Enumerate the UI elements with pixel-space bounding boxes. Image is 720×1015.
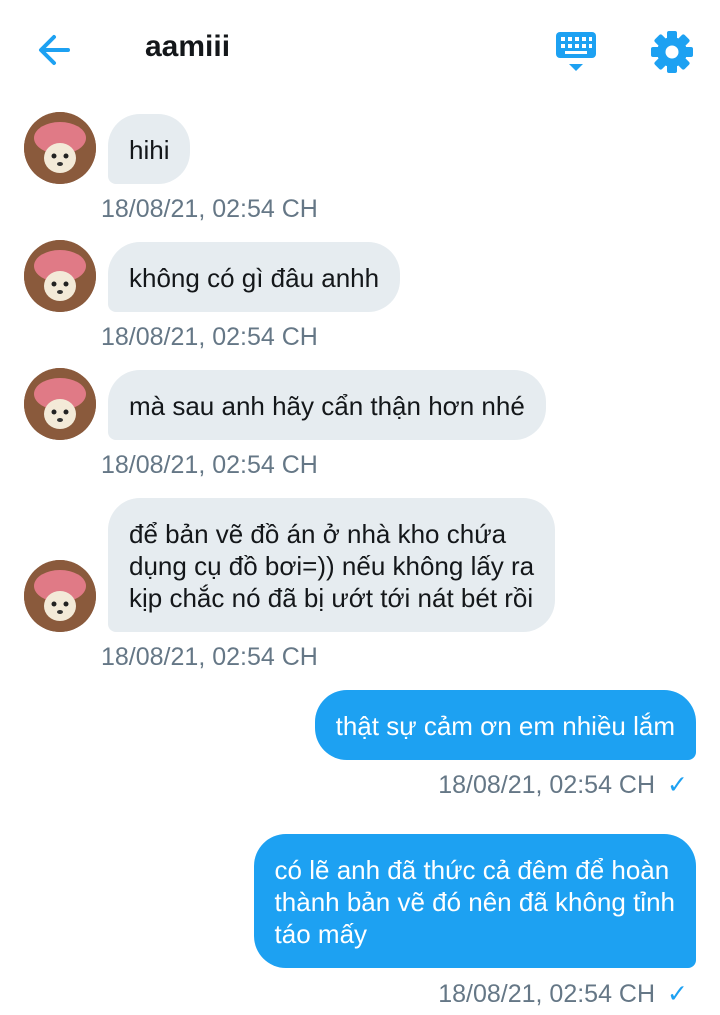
message-timestamp: 18/08/21, 02:54 CH (101, 195, 318, 223)
received-message-bubble[interactable]: mà sau anh hãy cẩn thận hơn nhé (108, 370, 546, 440)
sent-message-bubble[interactable]: thật sự cảm ơn em nhiều lắm (314, 690, 696, 760)
settings-button[interactable] (648, 28, 696, 76)
dog-avatar-image (24, 240, 96, 312)
conversation-header: aamiii (0, 0, 720, 100)
received-message-bubble[interactable]: để bản vẽ đồ án ở nhà kho chứa dụng cụ đ… (108, 498, 556, 632)
sent-check-icon: ✓ (667, 980, 688, 1008)
dog-avatar-image (24, 560, 96, 632)
message-timestamp: 18/08/21, 02:54 CH (101, 451, 318, 479)
message-timestamp: 18/08/21, 02:54 CH (438, 980, 656, 1008)
sent-message-bubble[interactable]: có lẽ anh đã thức cả đêm để hoàn thành b… (253, 834, 696, 968)
received-message-bubble[interactable]: hihi (108, 114, 191, 184)
dog-avatar-image (24, 368, 96, 440)
avatar[interactable] (24, 560, 96, 632)
keyboard-icon (556, 32, 596, 71)
gear-icon (651, 31, 693, 73)
avatar[interactable] (24, 240, 96, 312)
keyboard-button[interactable] (552, 28, 600, 76)
avatar[interactable] (24, 112, 96, 184)
message-timestamp-row: 18/08/21, 02:54 CH ✓ (438, 979, 688, 1009)
message-timestamp: 18/08/21, 02:54 CH (438, 771, 656, 799)
back-button[interactable] (30, 28, 80, 72)
sent-check-icon: ✓ (667, 771, 688, 799)
conversation-title[interactable]: aamiii (145, 30, 230, 64)
received-message-bubble[interactable]: không có gì đâu anhh (108, 242, 401, 312)
dog-avatar-image (24, 112, 96, 184)
message-timestamp-row: 18/08/21, 02:54 CH ✓ (438, 770, 688, 800)
message-timestamp: 18/08/21, 02:54 CH (101, 643, 318, 671)
back-arrow-icon (39, 35, 70, 65)
message-timestamp: 18/08/21, 02:54 CH (101, 323, 318, 351)
avatar[interactable] (24, 368, 96, 440)
